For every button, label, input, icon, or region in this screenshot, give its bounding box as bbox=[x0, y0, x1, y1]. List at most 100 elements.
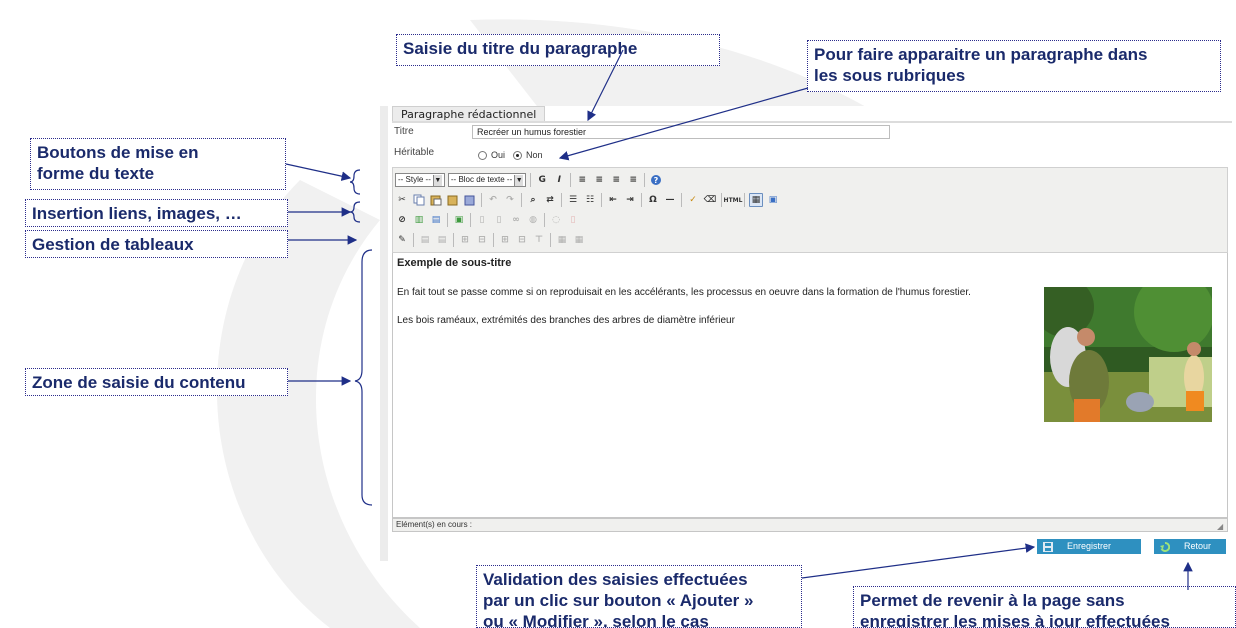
block-select[interactable]: -- Bloc de texte -- ▼ bbox=[447, 173, 527, 187]
paste-icon[interactable] bbox=[429, 193, 443, 207]
insert-col-icon[interactable]: ⊞ bbox=[498, 233, 512, 247]
heritable-radio-group: Oui Non bbox=[478, 150, 543, 160]
unlink-icon[interactable]: ⊘ bbox=[395, 213, 409, 227]
horizontal-rule-icon[interactable]: — bbox=[663, 193, 677, 207]
align-right-icon[interactable]: ≡ bbox=[609, 173, 623, 187]
undo-icon[interactable]: ↶ bbox=[486, 193, 500, 207]
paste-word-icon[interactable] bbox=[463, 193, 477, 207]
cleanup-icon[interactable]: ✓ bbox=[686, 193, 700, 207]
indent-icon[interactable]: ⇥ bbox=[623, 193, 637, 207]
status-text: Elément(s) en cours : bbox=[396, 520, 473, 529]
toolbar-separator bbox=[641, 193, 642, 207]
toolbar-separator bbox=[681, 193, 682, 207]
align-left-icon[interactable]: ≡ bbox=[575, 173, 589, 187]
toolbar-separator bbox=[493, 233, 494, 247]
template-icon[interactable]: ▯ bbox=[492, 213, 506, 227]
numbered-list-icon[interactable]: ☷ bbox=[583, 193, 597, 207]
radio-yes-label: Oui bbox=[491, 150, 506, 160]
anchor-icon[interactable]: ▥ bbox=[412, 213, 426, 227]
toolbar-separator bbox=[550, 233, 551, 247]
callout-insert-links: Insertion liens, images, … bbox=[25, 199, 288, 227]
align-justify-icon[interactable]: ≡ bbox=[626, 173, 640, 187]
save-button[interactable]: Enregistrer bbox=[1037, 539, 1141, 554]
toolbar-row-insert: ✂ ↶ ↷ ⌕ ⇄ ☰ ☷ ⇤ ⇥ Ω — ✓ ⌫ HTML ▦ ▣ bbox=[395, 190, 780, 210]
globe-icon[interactable]: ◍ bbox=[526, 213, 540, 227]
outdent-icon[interactable]: ⇤ bbox=[606, 193, 620, 207]
toolbar-separator bbox=[481, 193, 482, 207]
editor-toolbar: -- Style -- ▼ -- Bloc de texte -- ▼ G I ≡ … bbox=[392, 167, 1228, 253]
toolbar-separator bbox=[470, 213, 471, 227]
html-icon[interactable]: HTML bbox=[724, 193, 743, 207]
title-input[interactable]: Recréer un humus forestier bbox=[472, 125, 890, 139]
find-icon[interactable]: ⌕ bbox=[526, 193, 540, 207]
table-row-props-icon[interactable]: ▤ bbox=[418, 233, 432, 247]
table-icon[interactable]: ▦ bbox=[572, 233, 586, 247]
special-char-icon[interactable]: Ω bbox=[646, 193, 660, 207]
content-paragraph: Les bois raméaux, extrémités des branche… bbox=[397, 315, 735, 326]
block-select-value: -- Bloc de texte -- bbox=[450, 175, 513, 184]
split-cells-icon[interactable]: ⊤ bbox=[532, 233, 546, 247]
panel-left-bar bbox=[380, 106, 388, 561]
chevron-down-icon: ▼ bbox=[514, 174, 524, 186]
attachment-icon[interactable]: ▯ bbox=[566, 213, 580, 227]
paragraph-editor-panel: Paragraphe rédactionnel Titre Recréer un… bbox=[380, 106, 1232, 561]
title-field-label: Titre bbox=[394, 126, 414, 137]
link-icon[interactable]: ∞ bbox=[509, 213, 523, 227]
copy-icon[interactable] bbox=[412, 193, 426, 207]
visual-aid-icon[interactable]: ▦ bbox=[749, 193, 763, 207]
style-select[interactable]: -- Style -- ▼ bbox=[395, 173, 445, 187]
cut-icon[interactable]: ✂ bbox=[395, 193, 409, 207]
bullet-list-icon[interactable]: ☰ bbox=[566, 193, 580, 207]
edit-icon[interactable]: ✎ bbox=[395, 233, 409, 247]
redo-icon[interactable]: ↷ bbox=[503, 193, 517, 207]
back-button-label: Retour bbox=[1184, 541, 1212, 551]
help-icon[interactable]: ? bbox=[649, 173, 663, 187]
content-photo bbox=[1044, 287, 1212, 422]
toolbar-separator bbox=[561, 193, 562, 207]
radio-yes[interactable] bbox=[478, 150, 487, 160]
toolbar-separator bbox=[544, 213, 545, 227]
toolbar-separator bbox=[744, 193, 745, 207]
back-button[interactable]: Retour bbox=[1154, 539, 1226, 554]
callout-heritable: Pour faire apparaitre un paragraphe dans… bbox=[807, 40, 1221, 92]
delete-row-icon[interactable]: ⊟ bbox=[475, 233, 489, 247]
content-editor-area[interactable]: Exemple de sous-titre En fait tout se pa… bbox=[392, 253, 1228, 518]
panel-tab-title: Paragraphe rédactionnel bbox=[392, 106, 546, 122]
insert-row-icon[interactable]: ⊞ bbox=[458, 233, 472, 247]
toolbar-row-format: -- Style -- ▼ -- Bloc de texte -- ▼ G I ≡ … bbox=[395, 170, 663, 190]
return-icon bbox=[1160, 541, 1171, 552]
toolbar-separator bbox=[453, 233, 454, 247]
radio-no[interactable] bbox=[513, 150, 523, 160]
svg-text:?: ? bbox=[654, 176, 659, 185]
toolbar-separator bbox=[601, 193, 602, 207]
toolbar-separator bbox=[530, 173, 532, 187]
preview-icon[interactable]: ▣ bbox=[766, 193, 780, 207]
callout-content-zone: Zone de saisie du contenu bbox=[25, 368, 288, 396]
delete-col-icon[interactable]: ⊟ bbox=[515, 233, 529, 247]
bold-button[interactable]: G bbox=[535, 173, 549, 187]
callout-tables: Gestion de tableaux bbox=[25, 230, 288, 258]
radio-no-label: Non bbox=[526, 150, 543, 160]
table-cell-props-icon[interactable]: ▤ bbox=[435, 233, 449, 247]
comment-icon[interactable]: ◌ bbox=[549, 213, 563, 227]
toolbar-separator bbox=[644, 173, 646, 187]
heritable-field-label: Héritable bbox=[394, 147, 435, 158]
image-icon[interactable]: ▤ bbox=[429, 213, 443, 227]
media-icon[interactable]: ▣ bbox=[452, 213, 466, 227]
toolbar-separator bbox=[413, 233, 414, 247]
editor-status-bar: Elément(s) en cours : ◢ bbox=[392, 518, 1228, 532]
toolbar-row-table: ✎ ▤ ▤ ⊞ ⊟ ⊞ ⊟ ⊤ ▦ ▦ bbox=[395, 230, 586, 250]
toolbar-separator bbox=[447, 213, 448, 227]
document-icon[interactable]: ▯ bbox=[475, 213, 489, 227]
style-select-value: -- Style -- bbox=[398, 175, 431, 184]
align-center-icon[interactable]: ≡ bbox=[592, 173, 606, 187]
save-icon bbox=[1043, 541, 1053, 552]
replace-icon[interactable]: ⇄ bbox=[543, 193, 557, 207]
merge-cells-icon[interactable]: ▦ bbox=[555, 233, 569, 247]
remove-format-icon[interactable]: ⌫ bbox=[703, 193, 717, 207]
resize-handle-icon[interactable]: ◢ bbox=[1217, 522, 1226, 531]
italic-button[interactable]: I bbox=[552, 173, 566, 187]
paste-text-icon[interactable] bbox=[446, 193, 460, 207]
save-button-label: Enregistrer bbox=[1067, 541, 1112, 551]
toolbar-separator bbox=[570, 173, 572, 187]
